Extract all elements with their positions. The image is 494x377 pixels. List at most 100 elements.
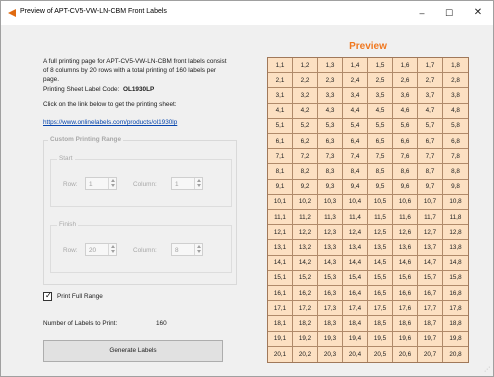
- label-cell: 3,8: [443, 88, 468, 104]
- down-arrow-icon[interactable]: [111, 184, 115, 187]
- spin-arrows[interactable]: [108, 244, 116, 255]
- label-cell: 8,1: [268, 164, 293, 180]
- label-cell: 8,7: [418, 164, 443, 180]
- label-cell: 3,5: [368, 88, 393, 104]
- label-cell: 7,2: [293, 149, 318, 165]
- close-button[interactable]: ✕: [465, 3, 491, 23]
- label-cell: 10,5: [368, 194, 393, 210]
- down-arrow-icon[interactable]: [197, 250, 201, 253]
- label-cell: 5,6: [393, 118, 418, 134]
- label-cell: 6,3: [318, 133, 343, 150]
- start-column-stepper[interactable]: 1: [171, 177, 203, 190]
- label-cell: 20,2: [293, 346, 318, 362]
- settings-panel: A full printing page for APT-CV5-VW-LN-C…: [37, 51, 237, 371]
- label-cell: 9,5: [368, 179, 393, 195]
- label-cell: 17,8: [443, 301, 468, 317]
- start-column-value: 1: [175, 181, 179, 188]
- label-cell: 13,8: [443, 240, 468, 256]
- label-cell: 16,7: [418, 285, 443, 302]
- label-cell: 11,3: [318, 209, 343, 226]
- label-cell: 13,7: [418, 240, 443, 256]
- label-cell: 4,3: [318, 103, 343, 119]
- label-cell: 9,8: [443, 180, 468, 195]
- print-full-range-checkbox[interactable]: ✓: [43, 291, 52, 301]
- up-arrow-icon[interactable]: [197, 179, 201, 182]
- label-cell: 1,5: [368, 58, 393, 74]
- label-cell: 10,2: [293, 194, 318, 210]
- label-cell: 12,2: [293, 225, 318, 241]
- minimize-button[interactable]: –: [409, 3, 435, 23]
- start-row-label: Row:: [63, 181, 78, 188]
- spin-arrows[interactable]: [194, 244, 202, 255]
- label-cell: 19,7: [418, 331, 443, 347]
- label-cell: 2,7: [418, 73, 443, 89]
- label-cell: 13,3: [318, 240, 343, 256]
- label-cell: 18,7: [418, 316, 443, 332]
- label-cell: 1,3: [318, 58, 343, 74]
- label-cell: 13,1: [268, 240, 293, 256]
- label-cell: 1,4: [343, 58, 368, 74]
- preview-window: Preview of APT-CV5-VW-LN-CBM Front Label…: [0, 0, 494, 377]
- resize-grip-icon[interactable]: ⋰: [484, 366, 490, 373]
- label-cell: 9,7: [418, 179, 443, 195]
- down-arrow-icon[interactable]: [111, 250, 115, 253]
- label-cell: 12,8: [443, 225, 468, 241]
- label-cell: 8,6: [393, 164, 418, 180]
- label-cell: 20,3: [318, 346, 343, 362]
- label-cell: 7,6: [393, 149, 418, 165]
- down-arrow-icon[interactable]: [197, 184, 201, 187]
- finish-title: Finish: [57, 221, 79, 228]
- label-cell: 6,4: [343, 133, 368, 150]
- label-cell: 3,7: [418, 88, 443, 104]
- label-cell: 1,2: [293, 58, 318, 74]
- label-cell: 4,5: [368, 103, 393, 119]
- label-cell: 13,6: [393, 240, 418, 256]
- label-cell: 11,2: [293, 209, 318, 226]
- generate-labels-button[interactable]: Generate Labels: [43, 340, 223, 362]
- maximize-button[interactable]: ☐: [436, 3, 462, 23]
- label-cell: 4,1: [268, 103, 293, 119]
- label-cell: 17,2: [293, 301, 318, 317]
- label-cell: 10,6: [393, 194, 418, 210]
- label-cell: 12,7: [418, 225, 443, 241]
- up-arrow-icon[interactable]: [197, 245, 201, 248]
- label-cell: 11,1: [268, 209, 293, 226]
- title-bar: Preview of APT-CV5-VW-LN-CBM Front Label…: [1, 1, 493, 25]
- label-cell: 20,6: [393, 346, 418, 362]
- up-arrow-icon[interactable]: [111, 179, 115, 182]
- label-cell: 18,4: [343, 316, 368, 332]
- finish-column-label: Column:: [133, 247, 157, 254]
- print-full-range-label[interactable]: Print Full Range: [57, 293, 103, 300]
- label-cell: 6,7: [418, 133, 443, 150]
- spin-arrows[interactable]: [108, 178, 116, 189]
- label-cell: 17,7: [418, 301, 443, 317]
- label-cell: 6,6: [393, 133, 418, 150]
- label-cell: 4,7: [418, 103, 443, 119]
- label-cell: 9,6: [393, 179, 418, 195]
- label-cell: 18,2: [293, 316, 318, 332]
- up-arrow-icon[interactable]: [111, 245, 115, 248]
- spin-arrows[interactable]: [194, 178, 202, 189]
- label-cell: 16,6: [393, 285, 418, 302]
- label-cell: 7,8: [443, 149, 468, 165]
- label-cell: 20,8: [449, 350, 462, 358]
- label-cell: 14,4: [343, 255, 368, 271]
- label-cell: 5,8: [443, 119, 468, 134]
- label-cell: 13,4: [343, 240, 368, 256]
- label-code-value: OL1930LP: [123, 86, 155, 93]
- finish-row-stepper[interactable]: 20: [85, 243, 117, 256]
- label-cell: 12,5: [368, 225, 393, 241]
- label-cell: 16,3: [318, 285, 343, 302]
- label-cell: 18,5: [368, 316, 393, 332]
- label-cell: 7,5: [368, 149, 393, 165]
- description-text: A full printing page for APT-CV5-VW-LN-C…: [43, 58, 227, 83]
- label-cell: 15,8: [443, 271, 468, 286]
- label-cell: 2,2: [293, 73, 318, 89]
- printing-sheet-link[interactable]: https://www.onlinelabels.com/products/ol…: [43, 119, 177, 126]
- label-cell: 19,1: [268, 331, 293, 347]
- start-row-stepper[interactable]: 1: [85, 177, 117, 190]
- preview-title: Preview: [349, 41, 387, 52]
- finish-column-stepper[interactable]: 8: [171, 243, 203, 256]
- label-cell: 9,2: [293, 179, 318, 195]
- label-cell: 1,6: [393, 58, 418, 74]
